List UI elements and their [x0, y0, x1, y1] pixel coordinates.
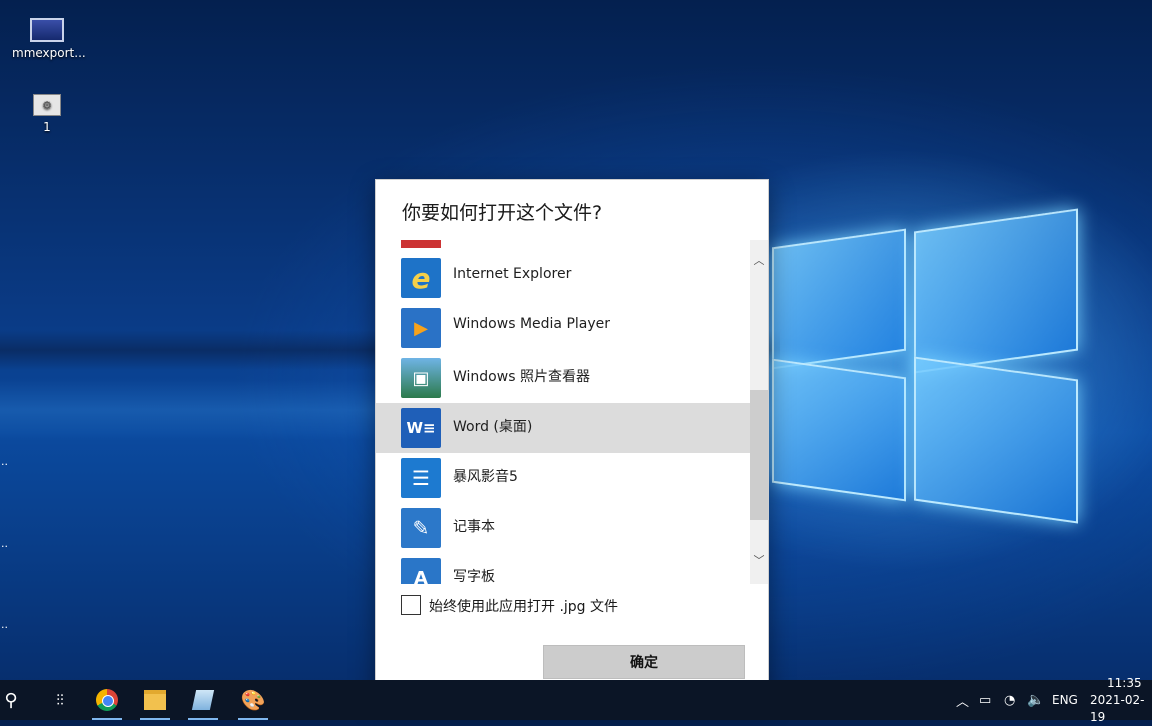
- task-view-icon[interactable]: ⫶⫶: [44, 680, 76, 720]
- desktop-icon-label: mmexport...: [12, 46, 86, 60]
- app-item-baofeng[interactable]: ☰ 暴风影音5: [376, 453, 750, 503]
- app-list[interactable]: e Internet Explorer ▶ Windows Media Play…: [376, 240, 750, 584]
- ok-button[interactable]: 确定: [543, 645, 745, 679]
- taskbar-chrome[interactable]: [88, 680, 126, 720]
- desktop-icon-label: 1: [43, 120, 51, 134]
- offscreen-icon-dots: ..: [1, 537, 8, 550]
- taskbar-file-explorer[interactable]: [136, 680, 174, 720]
- language-indicator[interactable]: ENG: [1052, 680, 1078, 720]
- taskbar-paint[interactable]: 🎨: [234, 680, 272, 720]
- scroll-up-icon[interactable]: ︿: [750, 252, 768, 270]
- app-item-word[interactable]: W≡ Word (桌面): [376, 403, 750, 453]
- paint-icon: 🎨: [240, 688, 266, 712]
- scroll-down-icon[interactable]: ﹀: [750, 552, 768, 570]
- clock-time: 11:35: [1107, 675, 1142, 690]
- folder-icon: [144, 690, 166, 710]
- baofeng-icon: ☰: [401, 458, 441, 498]
- app-item-wordpad[interactable]: A 写字板: [376, 553, 750, 584]
- taskbar: ⚲ ⫶⫶ 🎨 ︿ ▭ ◔ 🔈 ENG 11:35 2021-02-19: [0, 676, 1152, 724]
- desktop-icon-1[interactable]: ⚙ 1: [12, 94, 82, 134]
- offscreen-icon-dots: ..: [1, 618, 8, 631]
- battery-icon[interactable]: ▭: [979, 680, 991, 720]
- media-player-icon: ▶: [401, 308, 441, 348]
- app-list-scrollbar[interactable]: ︿ ﹀: [750, 240, 768, 584]
- wordpad-icon: A: [401, 558, 441, 584]
- offscreen-icon-dots: ..: [1, 455, 8, 468]
- scroll-thumb[interactable]: [750, 390, 768, 520]
- always-use-checkbox[interactable]: [401, 595, 421, 615]
- app-item-media-player[interactable]: ▶ Windows Media Player: [376, 303, 750, 353]
- partial-app-icon: [401, 240, 441, 248]
- internet-explorer-icon: e: [401, 258, 441, 298]
- clock-date: 2021-02-19: [1090, 692, 1145, 724]
- notepad-icon: [191, 690, 215, 710]
- chrome-icon: [96, 689, 118, 711]
- word-icon: W≡: [401, 408, 441, 448]
- app-item-internet-explorer[interactable]: e Internet Explorer: [376, 253, 750, 303]
- network-icon[interactable]: ◔: [1004, 680, 1015, 720]
- always-use-label: 始终使用此应用打开 .jpg 文件: [429, 599, 619, 615]
- app-label: Windows 照片查看器: [453, 369, 590, 385]
- app-label: Word (桌面): [453, 419, 533, 435]
- open-with-dialog: 你要如何打开这个文件? e Internet Explorer ▶ Window…: [376, 180, 768, 702]
- app-item-photo-viewer[interactable]: ▣ Windows 照片查看器: [376, 353, 750, 403]
- volume-icon[interactable]: 🔈: [1027, 680, 1044, 720]
- app-label: 暴风影音5: [453, 469, 518, 485]
- dialog-title: 你要如何打开这个文件?: [402, 202, 603, 224]
- desktop-icon-mmexport[interactable]: mmexport...: [12, 18, 86, 60]
- app-label: 记事本: [453, 519, 495, 535]
- taskbar-notepad[interactable]: [184, 680, 222, 720]
- app-item-notepad[interactable]: ✎ 记事本: [376, 503, 750, 553]
- photo-viewer-icon: ▣: [401, 358, 441, 398]
- search-icon[interactable]: ⚲: [0, 680, 22, 720]
- show-hidden-icons[interactable]: ︿: [956, 680, 969, 720]
- app-label: 写字板: [453, 569, 495, 584]
- clock[interactable]: 11:35 2021-02-19: [1090, 676, 1152, 724]
- app-label: Windows Media Player: [453, 316, 611, 332]
- settings-file-icon: ⚙: [33, 94, 61, 116]
- image-file-icon: [30, 18, 64, 42]
- notepad-icon: ✎: [401, 508, 441, 548]
- app-label: Internet Explorer: [453, 266, 572, 282]
